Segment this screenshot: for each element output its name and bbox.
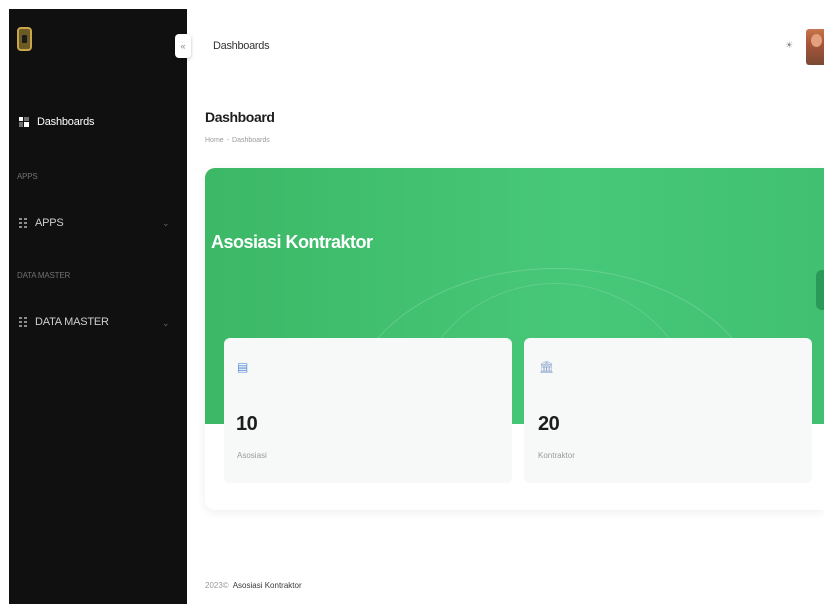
stat-card-kontraktor[interactable] <box>524 338 812 483</box>
sidebar-collapse-button[interactable]: « <box>175 34 191 58</box>
sidebar-item-label: DATA MASTER <box>35 316 109 328</box>
sidebar-item-label: APPS <box>35 217 64 229</box>
page-title: Dashboard <box>205 109 275 125</box>
header-title: Dashboards <box>213 40 270 52</box>
user-avatar[interactable] <box>806 29 824 65</box>
dashboard-icon <box>19 117 29 127</box>
footer-year: 2023© <box>205 581 229 590</box>
theme-toggle-button[interactable]: ☀ <box>782 38 796 52</box>
grid-icon <box>19 218 27 228</box>
hero-side-button[interactable] <box>816 270 824 310</box>
page-frame: Dashboards APPS APPS ⌄ DATA MASTER DATA … <box>0 0 824 604</box>
sidebar-item-apps[interactable]: APPS <box>19 217 64 229</box>
sun-icon: ☀ <box>784 39 794 50</box>
sidebar-item-data-master[interactable]: DATA MASTER <box>19 316 109 328</box>
sidebar-item-dashboards[interactable]: Dashboards <box>19 116 95 128</box>
sidebar-section-data-master: DATA MASTER <box>17 271 71 280</box>
double-chevron-left-icon: « <box>180 41 186 51</box>
grid-icon <box>19 317 27 327</box>
chevron-down-icon[interactable]: ⌄ <box>162 218 170 229</box>
sidebar-section-apps: APPS <box>17 172 38 181</box>
footer: 2023© Asosiasi Kontraktor <box>205 581 302 590</box>
breadcrumb: Home - Dashboards <box>205 137 270 144</box>
stat-value: 10 <box>236 413 258 435</box>
stat-value: 20 <box>538 413 560 435</box>
breadcrumb-current: Dashboards <box>232 137 270 144</box>
breadcrumb-home[interactable]: Home <box>205 137 224 144</box>
stat-card-asosiasi[interactable] <box>224 338 512 483</box>
chevron-down-icon[interactable]: ⌄ <box>162 318 170 329</box>
stat-label: Asosiasi <box>237 451 267 460</box>
sidebar <box>9 9 187 604</box>
building-icon: 🏛 <box>539 360 555 374</box>
stat-label: Kontraktor <box>538 451 575 460</box>
document-icon: ▤ <box>237 360 249 374</box>
hero-title: Asosiasi Kontraktor <box>211 232 373 252</box>
sidebar-item-label: Dashboards <box>37 116 95 128</box>
breadcrumb-separator: - <box>226 137 230 144</box>
app-logo[interactable] <box>17 27 32 51</box>
footer-text[interactable]: Asosiasi Kontraktor <box>233 581 302 590</box>
